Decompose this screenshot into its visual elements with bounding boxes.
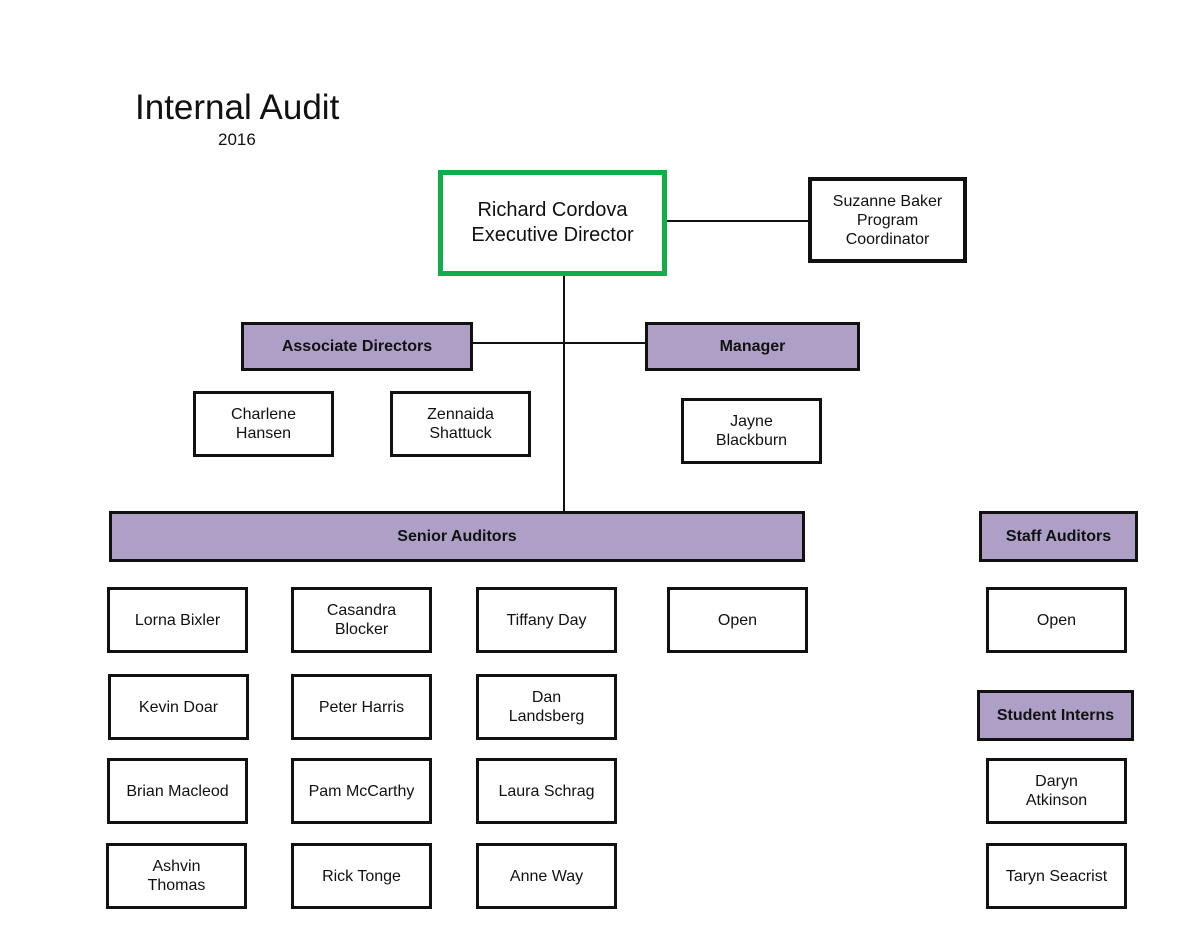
senior-auditor-box: Rick Tonge [291, 843, 432, 909]
associate-director-box: Zennaida Shattuck [390, 391, 531, 457]
associate-director-box: Charlene Hansen [193, 391, 334, 457]
senior-auditor-box: Casandra Blocker [291, 587, 432, 653]
staff-auditors-header: Staff Auditors [979, 511, 1138, 562]
chart-year: 2016 [218, 130, 256, 149]
senior-auditor-box: Anne Way [476, 843, 617, 909]
manager-header: Manager [645, 322, 860, 371]
senior-auditor-box: Ashvin Thomas [106, 843, 247, 909]
senior-auditor-box: Open [667, 587, 808, 653]
senior-auditor-box: Brian Macleod [107, 758, 248, 824]
senior-auditor-box: Kevin Doar [108, 674, 249, 740]
senior-auditor-box: Peter Harris [291, 674, 432, 740]
staff-auditor-box: Open [986, 587, 1127, 653]
senior-auditor-box: Lorna Bixler [107, 587, 248, 653]
associate-directors-header: Associate Directors [241, 322, 473, 371]
senior-auditor-box: Dan Landsberg [476, 674, 617, 740]
connector-associate-manager [471, 342, 647, 344]
senior-auditor-box: Pam McCarthy [291, 758, 432, 824]
student-intern-box: Taryn Seacrist [986, 843, 1127, 909]
senior-auditor-box: Laura Schrag [476, 758, 617, 824]
student-intern-box: Daryn Atkinson [986, 758, 1127, 824]
program-coordinator-box: Suzanne Baker Program Coordinator [808, 177, 967, 263]
connector-exec-vertical [563, 273, 565, 513]
senior-auditor-box: Tiffany Day [476, 587, 617, 653]
connector-exec-coordinator [664, 220, 810, 222]
manager-box: Jayne Blackburn [681, 398, 822, 464]
senior-auditors-header: Senior Auditors [109, 511, 805, 562]
chart-title: Internal Audit [135, 88, 340, 127]
executive-director-box: Richard Cordova Executive Director [438, 170, 667, 276]
student-interns-header: Student Interns [977, 690, 1134, 741]
